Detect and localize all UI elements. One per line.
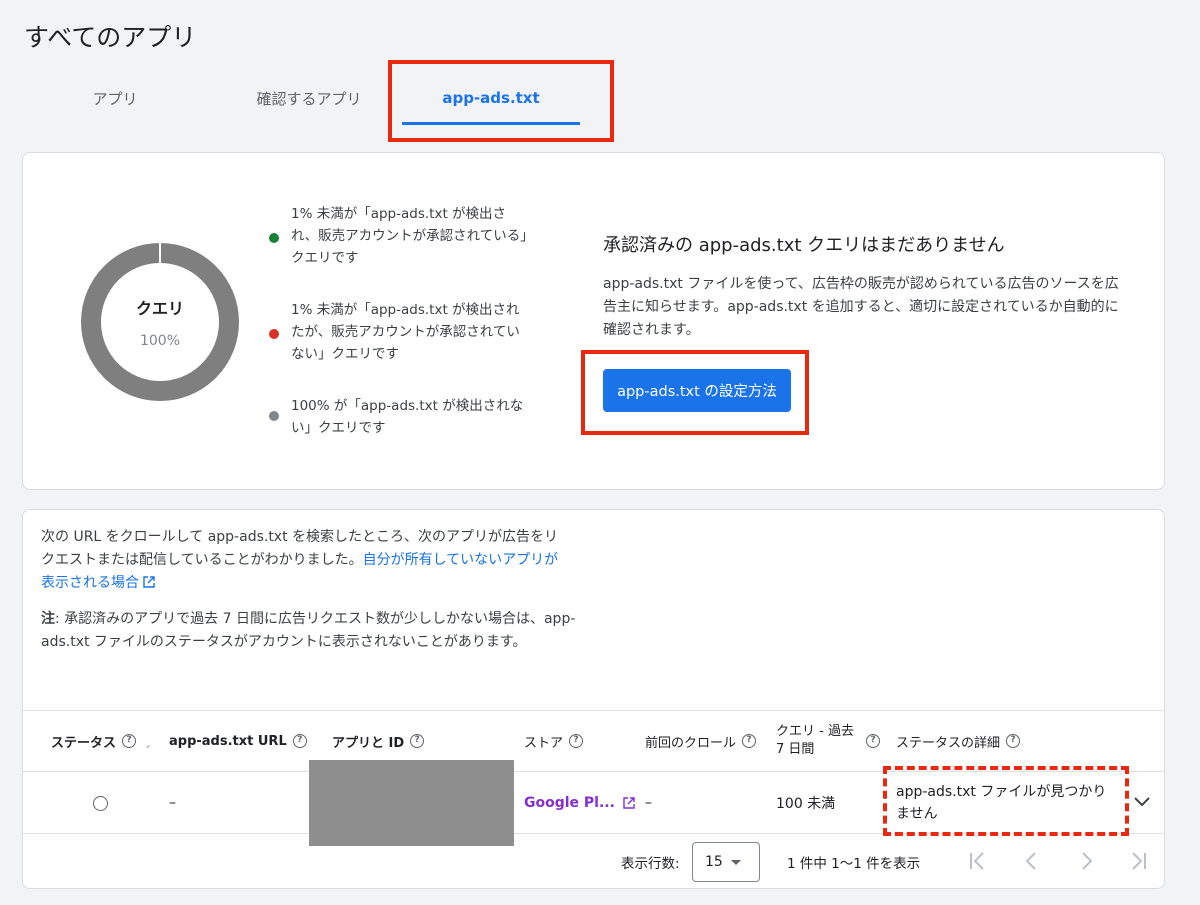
donut-center: クエリ 100% — [81, 243, 239, 401]
column-status[interactable]: ステータス? ˏ — [51, 711, 151, 771]
column-status-label: ステータス — [51, 735, 117, 751]
legend-text-not-approved: 1% 未満が「app-ads.txt が検出されたが、販売アカウントが承認されて… — [291, 302, 520, 362]
range-label: 1 件中 1〜1 件を表示 — [787, 856, 921, 872]
column-last-crawl: 前回のクロール? — [645, 711, 757, 771]
details-cell: app-ads.txt ファイルが見つかりません — [896, 784, 1107, 822]
crawl-note: 注: 承認済みのアプリで過去 7 日間に広告リクエスト数が少ししかない場合は、a… — [41, 608, 581, 654]
previous-page-icon[interactable] — [1019, 848, 1045, 874]
column-details-label: ステータスの詳細 — [896, 735, 1001, 751]
status-cell — [93, 772, 108, 834]
help-icon[interactable]: ? — [569, 734, 584, 748]
redacted-app-id — [309, 760, 514, 846]
crawl-card: 次の URL をクロールして app-ads.txt を検索したところ、次のアプ… — [22, 509, 1165, 889]
last-page-icon[interactable] — [1125, 848, 1151, 874]
queries-cell: 100 未満 — [776, 796, 836, 812]
green-dot-icon — [269, 233, 279, 243]
tab-apps[interactable]: アプリ — [60, 70, 170, 126]
column-details: ステータスの詳細? — [896, 711, 1021, 771]
help-icon[interactable]: ? — [866, 734, 880, 748]
help-icon[interactable]: ? — [742, 734, 757, 748]
legend-text-not-found: 100% が「app-ads.txt が検出されない」クエリです — [291, 398, 524, 436]
active-tab-indicator — [402, 122, 580, 125]
tab-bar: アプリ 確認するアプリ app-ads.txt — [24, 70, 1164, 130]
column-app-label: アプリと ID — [332, 735, 405, 751]
status-radio-icon[interactable] — [93, 795, 108, 811]
dropdown-caret-icon — [731, 860, 741, 865]
help-icon[interactable]: ? — [1006, 734, 1021, 748]
external-link-icon — [623, 797, 635, 809]
column-queries: クエリ - 過去 7 日間? — [776, 711, 880, 771]
page-title: すべてのアプリ — [24, 23, 197, 52]
setup-app-ads-button[interactable]: app-ads.txt の設定方法 — [603, 369, 791, 412]
donut-percent: 100% — [139, 333, 181, 349]
legend-text-approved: 1% 未満が「app-ads.txt が検出され、販売アカウントが承認されている… — [291, 206, 527, 266]
store-link[interactable]: Google Pl... — [524, 795, 615, 811]
rows-per-page-label: 表示行数: — [621, 856, 680, 872]
help-icon[interactable]: ? — [410, 734, 425, 748]
rows-per-page-select[interactable]: 15 — [692, 842, 760, 882]
table-row[interactable]: – Google Pl... – 100 未満 app-ads.txt ファイル… — [23, 760, 1164, 846]
store-cell: Google Pl... — [524, 772, 635, 834]
tab-app-ads-txt[interactable]: app-ads.txt — [402, 70, 580, 126]
last-crawl-cell: – — [645, 795, 652, 811]
sort-icon[interactable]: ˏ — [144, 734, 151, 749]
help-icon[interactable]: ? — [292, 734, 307, 748]
next-page-icon[interactable] — [1073, 848, 1099, 874]
red-dot-icon — [269, 329, 279, 339]
donut-label: クエリ — [135, 299, 184, 318]
help-icon[interactable]: ? — [122, 734, 137, 748]
tab-apps-to-review[interactable]: 確認するアプリ — [229, 70, 389, 126]
info-title: 承認済みの app-ads.txt クエリはまだありません — [603, 235, 1005, 256]
expand-chevron-down-icon[interactable] — [1131, 790, 1153, 812]
crawl-intro: 次の URL をクロールして app-ads.txt を検索したところ、次のアプ… — [41, 526, 561, 595]
note-text: : 承認済みのアプリで過去 7 日間に広告リクエスト数が少ししかない場合は、ap… — [41, 611, 576, 650]
info-description: app-ads.txt ファイルを使って、広告枠の販売が認められている広告のソー… — [603, 276, 1119, 338]
column-last-crawl-label: 前回のクロール — [645, 735, 737, 751]
column-url: app-ads.txt URL? — [169, 711, 307, 771]
url-cell: – — [169, 795, 176, 811]
column-url-label: app-ads.txt URL — [169, 733, 287, 749]
gray-dot-icon — [269, 411, 279, 421]
external-link-icon — [143, 576, 155, 588]
rows-per-page-value: 15 — [705, 854, 723, 870]
column-store: ストア? — [524, 711, 584, 771]
column-store-label: ストア — [524, 735, 564, 751]
table-header: ステータス? ˏ app-ads.txt URL? アプリと ID? ストア? 前… — [23, 710, 1164, 772]
first-page-icon[interactable] — [965, 848, 991, 874]
note-label: 注 — [41, 611, 55, 627]
pagination: 表示行数: 15 1 件中 1〜1 件を表示 — [23, 836, 1164, 888]
summary-card: クエリ 100% 1% 未満が「app-ads.txt が検出され、販売アカウン… — [22, 152, 1165, 490]
column-queries-label: クエリ - 過去 7 日間 — [776, 724, 854, 757]
